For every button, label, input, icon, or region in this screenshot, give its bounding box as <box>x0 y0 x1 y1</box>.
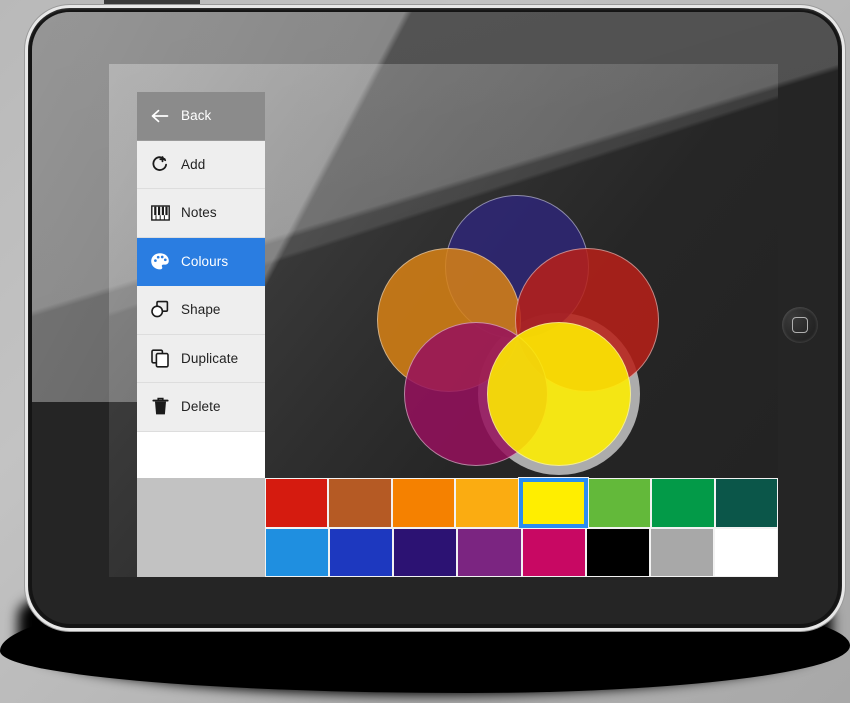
menu-item-label: Duplicate <box>181 350 239 366</box>
menu-item-delete[interactable]: Delete <box>137 383 265 432</box>
swatch-grid <box>265 477 778 577</box>
palette-icon <box>149 250 171 272</box>
swatch-indigo[interactable] <box>393 527 458 577</box>
swatch-orange[interactable] <box>391 478 456 528</box>
menu-item-duplicate[interactable]: Duplicate <box>137 334 265 383</box>
swatch-magenta[interactable] <box>521 527 586 577</box>
arrow-left-icon <box>149 105 171 127</box>
menu-filler <box>137 431 265 479</box>
swatch-brown-orange[interactable] <box>328 478 392 528</box>
trash-icon <box>149 396 171 418</box>
shapes-icon <box>149 299 171 321</box>
swatch-grey[interactable] <box>649 527 714 577</box>
rounded-square-icon <box>792 317 808 333</box>
menu-item-label: Shape <box>181 302 221 318</box>
menu-item-label: Add <box>181 156 206 172</box>
swatch-light-blue[interactable] <box>265 527 330 577</box>
swatch-row <box>265 477 778 529</box>
swatch-light-green[interactable] <box>587 478 652 528</box>
tablet-device: Back Add Notes Colours Shape Duplicate D… <box>28 8 842 628</box>
swatch-teal-dark[interactable] <box>714 478 778 528</box>
menu-item-label: Delete <box>181 399 221 415</box>
menu-item-add[interactable]: Add <box>137 140 265 189</box>
swatch-green[interactable] <box>651 478 715 528</box>
swatch-blue[interactable] <box>329 527 394 577</box>
swatch-purple[interactable] <box>457 527 522 577</box>
swatch-white[interactable] <box>713 527 778 577</box>
copy-icon <box>149 347 171 369</box>
home-button[interactable] <box>782 307 818 343</box>
palette-spacer <box>137 478 265 577</box>
add-rotate-icon <box>149 153 171 175</box>
menu-item-label: Back <box>181 108 212 124</box>
menu-item-shape[interactable]: Shape <box>137 286 265 335</box>
color-palette-bar <box>137 477 778 577</box>
menu-item-notes[interactable]: Notes <box>137 189 265 238</box>
device-bezel: Back Add Notes Colours Shape Duplicate D… <box>32 12 838 624</box>
page-background: Back Add Notes Colours Shape Duplicate D… <box>0 0 850 703</box>
menu-item-colours[interactable]: Colours <box>137 237 265 286</box>
swatch-yellow[interactable] <box>517 477 589 529</box>
menu-item-label: Colours <box>181 253 229 269</box>
swatch-row <box>265 527 778 577</box>
context-menu: Back Add Notes Colours Shape Duplicate D… <box>137 92 265 479</box>
menu-item-back[interactable]: Back <box>137 92 265 141</box>
swatch-red[interactable] <box>265 478 329 528</box>
swatch-amber[interactable] <box>455 478 519 528</box>
swatch-black[interactable] <box>585 527 650 577</box>
tablet-screen[interactable]: Back Add Notes Colours Shape Duplicate D… <box>109 64 778 577</box>
canvas-circle-yellow[interactable] <box>487 322 631 466</box>
menu-item-label: Notes <box>181 205 217 221</box>
piano-keys-icon <box>149 202 171 224</box>
